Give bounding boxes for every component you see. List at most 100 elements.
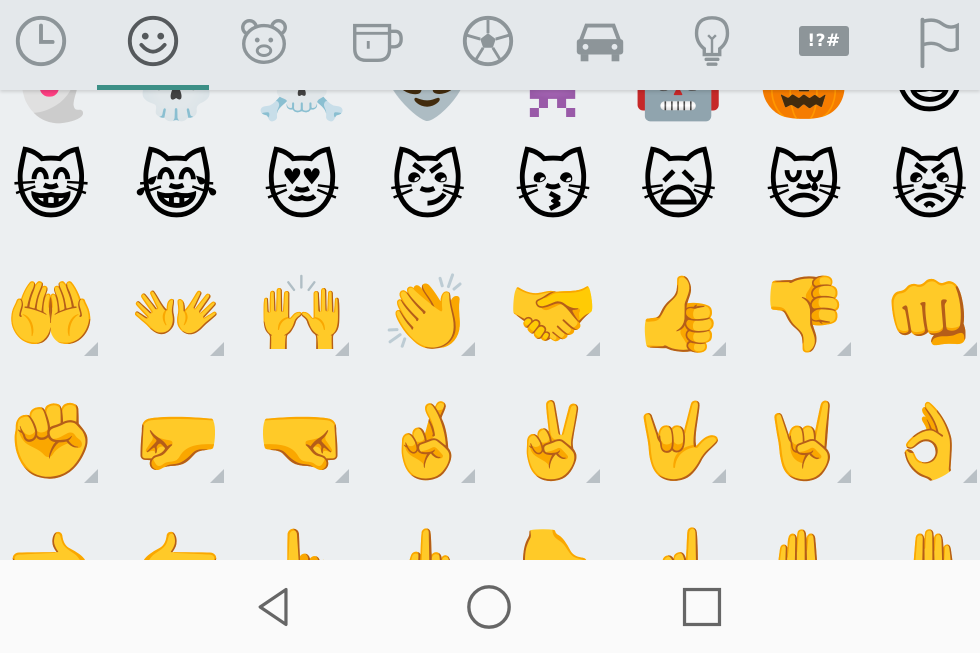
skin-tone-indicator-icon [586,342,600,356]
emoji-key[interactable]: 👊 [869,251,980,376]
tab-smileys[interactable] [118,8,188,74]
emoji-glyph: ✌️ [506,397,600,484]
skin-tone-indicator-icon [586,469,600,483]
emoji-glyph: 👉 [130,531,222,561]
emoji-glyph: 👾 [507,90,599,118]
emoji-glyph: 👐 [130,270,223,357]
emoji-key[interactable]: ☝️ [618,505,740,561]
emoji-key[interactable]: 👏 [367,251,489,376]
emoji-key[interactable]: 😼 [367,124,489,249]
emoji-glyph: 🤛 [130,397,223,484]
back-icon [258,587,288,627]
emoji-key[interactable]: 👎 [743,251,865,376]
emoji-key[interactable]: 🤟 [618,378,740,503]
clock-icon [15,15,67,67]
smiley-icon [127,15,179,67]
tab-animals[interactable] [229,8,299,74]
emoji-key[interactable]: 😿 [743,124,865,249]
emoji-key[interactable]: 👆 [241,505,363,561]
skin-tone-indicator-icon [335,469,349,483]
emoji-glyph: 👆 [256,531,348,561]
emoji-glyph: 👎 [757,270,851,357]
emoji-glyph: 🤜 [255,397,349,484]
emoji-key[interactable]: 🤞 [367,378,489,503]
emoji-glyph: 👇 [507,531,599,561]
home-button[interactable] [459,582,519,632]
skin-tone-indicator-icon [837,469,851,483]
emoji-glyph: ☠️ [256,90,348,118]
symbols-icon: !?# [799,26,849,56]
emoji-key[interactable]: 🤜 [241,378,363,503]
emoji-key[interactable]: 😻 [241,124,363,249]
skin-tone-indicator-icon [209,342,224,356]
tab-travel[interactable] [565,8,635,74]
emoji-key[interactable]: 👈 [0,505,112,561]
emoji-key[interactable]: 😾 [869,124,980,249]
emoji-glyph: ✊ [4,397,98,484]
emoji-key[interactable]: 😹 [116,124,238,249]
emoji-key[interactable]: 🤚 [869,505,980,561]
emoji-category-bar: !?# [0,0,980,90]
emoji-key[interactable]: 🙌 [241,251,363,376]
emoji-key[interactable]: 👍 [618,251,740,376]
skin-tone-indicator-icon [84,342,98,356]
emoji-glyph: 💀 [130,90,222,118]
skin-tone-indicator-icon [335,342,349,356]
selected-tab-indicator [97,85,209,90]
emoji-glyph: 🤘 [757,397,851,484]
tab-recent[interactable] [6,8,76,74]
emoji-key[interactable]: 🤛 [116,378,238,503]
emoji-key[interactable]: ✊ [0,378,112,503]
tab-activity[interactable] [453,8,523,74]
emoji-glyph: 👏 [381,270,474,357]
emoji-key[interactable]: 😽 [492,124,614,249]
emoji-glyph: 🎃 [758,90,850,118]
skin-tone-indicator-icon [962,469,977,483]
tab-food[interactable] [341,8,411,74]
emoji-key[interactable]: 🤲 [0,251,112,376]
recents-button[interactable] [672,582,732,632]
emoji-glyph: 🤲 [4,270,98,357]
emoji-key[interactable]: 👉 [116,505,238,561]
emoji-glyph: 👻 [5,90,97,118]
skin-tone-indicator-icon [209,469,224,483]
skin-tone-indicator-icon [84,469,98,483]
emoji-glyph: 🖕 [381,531,473,561]
emoji-glyph: 😹 [133,143,220,230]
tab-flags[interactable] [901,8,971,74]
emoji-key[interactable]: 👐 [116,251,238,376]
emoji-glyph: 🤚 [883,531,975,561]
emoji-glyph: 🤞 [381,397,474,484]
emoji-key[interactable]: ✌️ [492,378,614,503]
back-button[interactable] [244,582,304,632]
emoji-glyph: 🙀 [639,143,718,230]
emoji-key[interactable]: 🙀 [618,124,740,249]
home-icon [467,585,511,629]
emoji-glyph: 🤖 [632,90,724,118]
tab-symbols[interactable]: !?# [789,8,859,74]
emoji-key[interactable]: 🤝 [492,251,614,376]
emoji-glyph: 😸 [12,143,90,230]
emoji-glyph: 😺 [891,90,968,118]
soccer-ball-icon [462,15,514,67]
emoji-key[interactable]: ✋ [743,505,865,561]
emoji-key[interactable]: 👇 [492,505,614,561]
skin-tone-indicator-icon [460,469,475,483]
bear-icon [241,19,287,64]
lightbulb-icon [694,16,730,66]
coffee-cup-icon [353,23,403,63]
skin-tone-indicator-icon [837,342,851,356]
emoji-glyph: 😿 [765,143,843,230]
emoji-key[interactable]: 🖕 [367,505,489,561]
skin-tone-indicator-icon [460,342,475,356]
emoji-glyph: 😼 [388,143,467,230]
tab-objects[interactable] [677,8,747,74]
emoji-glyph: 👈 [5,531,97,561]
emoji-glyph: 🤝 [506,270,600,357]
skin-tone-indicator-icon [711,342,726,356]
emoji-glyph: 😻 [263,143,341,230]
emoji-key[interactable]: 👌 [869,378,980,503]
emoji-key[interactable]: 😸 [0,124,112,249]
system-navigation-bar [0,560,980,653]
emoji-key[interactable]: 🤘 [743,378,865,503]
